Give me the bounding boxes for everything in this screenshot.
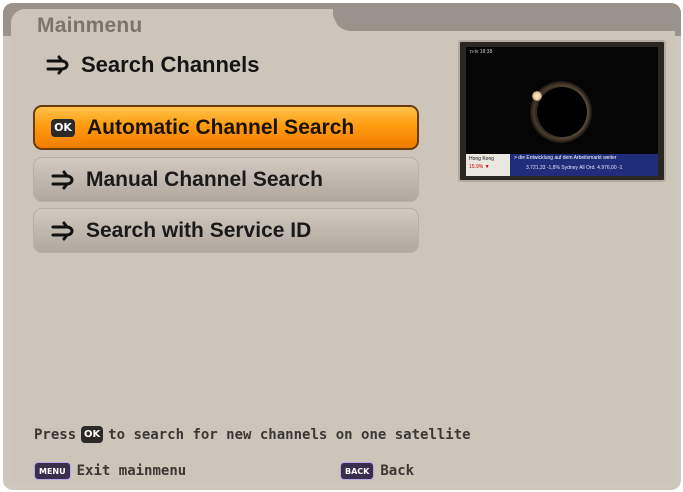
footer-exit[interactable]: MENU Exit mainmenu bbox=[34, 462, 186, 480]
ticker-city: Hong Kong 15.9% ▼ bbox=[466, 154, 510, 176]
channel-logo-time: n-tv 18:38 bbox=[470, 49, 493, 55]
menu-item-manual-channel-search[interactable]: Manual Channel Search bbox=[33, 157, 419, 202]
video-frame: n-tv 18:38 bbox=[466, 47, 658, 154]
menu-item-label: Automatic Channel Search bbox=[87, 115, 355, 139]
help-hint: Press OK to search for new channels on o… bbox=[34, 426, 471, 443]
hint-text-before: Press bbox=[34, 426, 77, 443]
news-ticker: Hong Kong 15.9% ▼ > die Entwicklung auf … bbox=[466, 154, 658, 176]
ticker-stats: 3.721,33 -1,8% Sydney All Ord. 4.976,00 … bbox=[526, 165, 623, 171]
menu-title: Mainmenu bbox=[37, 14, 143, 37]
section-title: Search Channels bbox=[81, 52, 260, 77]
footer-back-label: Back bbox=[380, 463, 415, 479]
menu-item-label: Manual Channel Search bbox=[86, 167, 323, 191]
arrow-icon bbox=[46, 55, 69, 75]
ticker-city-name: Hong Kong bbox=[469, 156, 495, 162]
back-key-icon: BACK bbox=[340, 462, 375, 480]
arrow-icon bbox=[51, 221, 74, 240]
menu-item-label: Search with Service ID bbox=[86, 218, 312, 242]
footer-back[interactable]: BACK Back bbox=[340, 462, 414, 480]
ok-icon: OK bbox=[81, 426, 104, 443]
ok-icon: OK bbox=[51, 118, 75, 137]
ticker-city-value: 15.9% ▼ bbox=[469, 163, 490, 170]
eclipse-image bbox=[537, 87, 587, 137]
sun-flare bbox=[532, 91, 542, 101]
live-tv-preview: n-tv 18:38 Hong Kong 15.9% ▼ > die Entwi… bbox=[458, 40, 666, 182]
tab-shade bbox=[333, 9, 675, 31]
section-heading: Search Channels bbox=[45, 52, 260, 78]
menu-item-search-with-service-id[interactable]: Search with Service ID bbox=[33, 208, 419, 253]
hint-text-after: to search for new channels on one satell… bbox=[108, 426, 471, 443]
arrow-icon bbox=[51, 170, 74, 189]
ticker-headline: > die Entwicklung auf dem Arbeitsmarkt w… bbox=[514, 155, 617, 161]
menu-item-automatic-channel-search[interactable]: OK Automatic Channel Search bbox=[33, 105, 419, 150]
footer-exit-label: Exit mainmenu bbox=[76, 463, 187, 479]
menu-key-icon: MENU bbox=[34, 462, 71, 480]
